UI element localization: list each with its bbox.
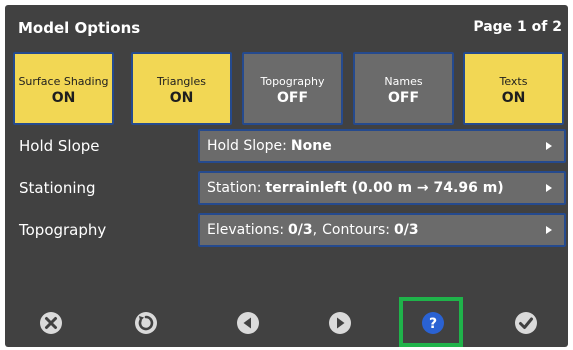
page-indicator: Page 1 of 2 — [473, 19, 562, 35]
model-options-panel: Model Options Page 1 of 2 Surface Shadin… — [5, 5, 568, 347]
next-button[interactable] — [327, 310, 353, 336]
toggle-state: OFF — [276, 89, 309, 106]
help-icon: ? — [422, 312, 444, 334]
separator: , — [312, 222, 318, 238]
topography-label: Topography — [19, 221, 107, 239]
hold-slope-value: None — [290, 138, 332, 154]
close-button[interactable] — [38, 310, 64, 336]
toggle-topography[interactable]: Topography OFF — [242, 52, 343, 125]
toggle-state: ON — [169, 89, 194, 106]
toggle-label: Topography — [260, 74, 325, 88]
toggle-triangles[interactable]: Triangles ON — [131, 52, 232, 125]
page-title: Model Options — [18, 19, 141, 37]
toggle-state: OFF — [387, 89, 420, 106]
toggle-surface-shading[interactable]: Surface Shading ON — [13, 52, 114, 125]
toggle-label: Surface Shading — [18, 74, 109, 88]
topography-dropdown[interactable]: Elevations: 0/3, Contours: 0/3 — [198, 213, 566, 247]
reset-button[interactable] — [133, 310, 159, 336]
stationing-prefix: Station: — [207, 180, 262, 196]
toggle-label: Names — [384, 74, 423, 88]
stationing-dropdown[interactable]: Station: terrainleft (0.00 m → 74.96 m) — [198, 171, 566, 205]
chevron-right-icon — [546, 226, 552, 234]
stationing-value: terrainleft (0.00 m → 74.96 m) — [265, 180, 504, 196]
toggle-label: Triangles — [157, 74, 206, 88]
confirm-check-icon — [515, 312, 537, 334]
hold-slope-label: Hold Slope — [19, 137, 100, 155]
stationing-label: Stationing — [19, 179, 96, 197]
toggle-names[interactable]: Names OFF — [353, 52, 454, 125]
toggle-label: Texts — [499, 74, 528, 88]
confirm-button[interactable] — [513, 310, 539, 336]
hold-slope-prefix: Hold Slope: — [207, 138, 287, 154]
next-icon — [329, 312, 351, 334]
chevron-right-icon — [546, 184, 552, 192]
contours-prefix: Contours: — [322, 222, 391, 238]
toggle-state: ON — [51, 89, 76, 106]
help-button[interactable]: ? — [420, 310, 446, 336]
reset-icon — [135, 312, 157, 334]
elevations-prefix: Elevations: — [207, 222, 285, 238]
chevron-right-icon — [546, 142, 552, 150]
elevations-value: 0/3 — [288, 222, 313, 238]
toggle-texts[interactable]: Texts ON — [463, 52, 564, 125]
hold-slope-dropdown[interactable]: Hold Slope: None — [198, 129, 566, 163]
previous-button[interactable] — [235, 310, 261, 336]
previous-icon — [237, 312, 259, 334]
svg-text:?: ? — [429, 316, 437, 332]
close-circle-icon — [40, 312, 62, 334]
toggle-state: ON — [501, 89, 526, 106]
contours-value: 0/3 — [394, 222, 419, 238]
